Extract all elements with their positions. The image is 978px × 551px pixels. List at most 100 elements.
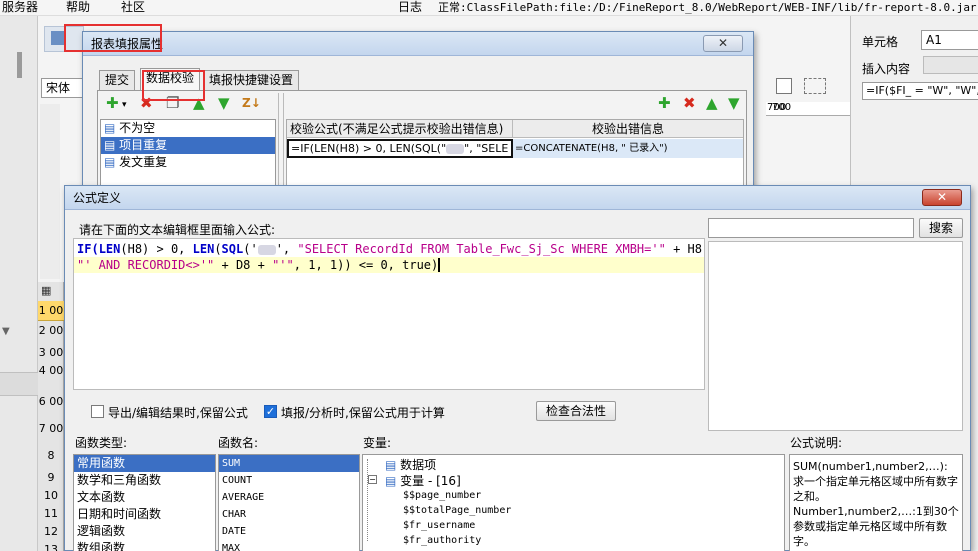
row-8[interactable]: 8 xyxy=(38,446,64,466)
rule-icon: ▤ xyxy=(104,121,120,135)
row-1[interactable]: 1 00 xyxy=(38,301,64,321)
delete-formula-icon[interactable]: ✖ xyxy=(683,95,696,111)
report-dialog-close-button[interactable]: ✕ xyxy=(703,35,743,52)
formula-prompt: 请在下面的文本编辑框里面输入公式: xyxy=(79,223,276,237)
add-rule-icon[interactable]: ✚ xyxy=(106,95,119,111)
func-name-item[interactable]: CHAR xyxy=(219,506,359,523)
insert-label: 插入内容 xyxy=(862,62,911,76)
left-app-strip: ▼ xyxy=(0,16,38,551)
func-type-math[interactable]: 数学和三角函数 xyxy=(74,472,215,489)
report-dialog-title: 报表填报属性 xyxy=(83,32,753,56)
row-12[interactable]: 12 xyxy=(38,522,64,542)
log-link[interactable]: 日志 xyxy=(398,0,422,14)
function-type-label: 函数类型: xyxy=(75,436,128,450)
search-results[interactable] xyxy=(708,241,963,431)
function-name-list: SUM COUNT AVERAGE CHAR DATE MAX xyxy=(218,454,360,551)
export-keep-formula-label: 导出/编辑结果时,保留公式 xyxy=(108,406,248,420)
tab-submit[interactable]: 提交 xyxy=(99,70,136,90)
formula-preview[interactable]: =IF($FI_ = "W", "W", xyxy=(862,82,978,100)
func-type-array[interactable]: 数组函数 xyxy=(74,540,215,551)
rule-item-project-duplicate[interactable]: ▤ 项目重复 xyxy=(101,137,275,154)
check-validity-button[interactable]: 检查合法性 xyxy=(536,401,616,421)
left-strip-section xyxy=(0,372,38,396)
scroll-handle[interactable] xyxy=(17,52,22,78)
menu-bar: 服务器 帮助 社区 日志 正常:ClassFilePath:file:/D:/F… xyxy=(0,0,978,16)
status-text: 正常:ClassFilePath:file:/D:/FineReport_8.0… xyxy=(438,1,978,14)
splitter[interactable] xyxy=(278,93,284,191)
variable-item[interactable]: $fr_authority xyxy=(403,533,511,548)
menu-item-help[interactable]: 帮助 xyxy=(66,0,90,14)
cell-label: 单元格 xyxy=(862,35,899,49)
func-type-date[interactable]: 日期和时间函数 xyxy=(74,506,215,523)
search-input[interactable] xyxy=(708,218,914,238)
tree-line xyxy=(367,459,375,541)
collapse-node-icon[interactable]: − xyxy=(368,475,377,484)
sort-icon[interactable]: Z↓ xyxy=(242,95,261,111)
rule-item-doc-duplicate[interactable]: ▤ 发文重复 xyxy=(101,154,275,171)
tree-node-data-item[interactable]: ▤ 数据项 xyxy=(385,456,436,473)
row-3[interactable]: 3 00 xyxy=(38,343,64,363)
insert-dropdown[interactable] xyxy=(923,56,978,74)
row-6[interactable]: 6 00 xyxy=(38,392,64,412)
annotation-box-tab xyxy=(142,70,205,101)
formula-editor[interactable]: IF(LEN(H8) > 0, LEN(SQL(' ', "SELECT Reco… xyxy=(73,238,716,390)
formula-down-icon[interactable]: ▼ xyxy=(728,95,740,111)
variable-tree: ▤ 数据项 − ▤ 变量 - [16] $$page_number $$tota… xyxy=(362,454,785,551)
tab-shortcut-settings[interactable]: 填报快捷键设置 xyxy=(203,70,300,90)
column-header-formula[interactable]: 校验公式(不满足公式提示校验出错信息) xyxy=(287,120,513,138)
formula-dialog-close-button[interactable]: ✕ xyxy=(922,189,962,206)
fill-keep-formula-checkbox[interactable]: ✓ xyxy=(264,405,277,418)
rule-item-not-empty[interactable]: ▤ 不为空 xyxy=(101,120,275,137)
row-13[interactable]: 13 xyxy=(38,540,64,551)
table-icon: ▤ xyxy=(385,474,401,488)
func-type-text[interactable]: 文本函数 xyxy=(74,489,215,506)
row-10[interactable]: 10 xyxy=(38,486,64,506)
message-cell[interactable]: =CONCATENATE(H8, " 已录入") xyxy=(513,139,743,158)
collapse-arrow-icon[interactable]: ▼ xyxy=(2,326,10,337)
column-header-message[interactable]: 校验出错信息 xyxy=(513,120,743,138)
func-name-item[interactable]: MAX xyxy=(219,540,359,551)
func-name-item[interactable]: SUM xyxy=(219,455,359,472)
row-11[interactable]: 11 xyxy=(38,504,64,524)
validation-panel: ✚ ▾ ✖ ❐ ▲ ▼ Z↓ ▤ 不为空 ▤ 项目重复 ▤ 发文重复 ✚ ✖ ▲… xyxy=(97,90,747,192)
menu-item-community[interactable]: 社区 xyxy=(121,0,145,14)
ruler-mark: 700 xyxy=(767,102,787,113)
func-type-common[interactable]: 常用函数 xyxy=(74,455,215,472)
row-2[interactable]: 2 00 xyxy=(38,321,64,341)
row-4[interactable]: 4 00 xyxy=(38,361,64,381)
formula-up-icon[interactable]: ▲ xyxy=(706,95,718,111)
redacted-mark xyxy=(257,244,276,255)
func-name-item[interactable]: COUNT xyxy=(219,472,359,489)
variable-item[interactable]: $$page_number xyxy=(403,488,511,503)
validation-table: 校验公式(不满足公式提示校验出错信息) 校验出错信息 =IF(LEN(H8) >… xyxy=(286,119,744,191)
cell-field[interactable]: A1 xyxy=(921,30,978,50)
row-7[interactable]: 7 00 xyxy=(38,419,64,439)
text-cursor xyxy=(438,258,441,272)
fill-keep-formula-label: 填报/分析时,保留公式用于计算 xyxy=(281,406,445,420)
func-name-item[interactable]: AVERAGE xyxy=(219,489,359,506)
grid-icon: ▦ xyxy=(41,284,52,297)
table-icon: ▤ xyxy=(385,458,401,472)
search-button[interactable]: 搜索 xyxy=(919,218,963,238)
function-type-list: 常用函数 数学和三角函数 文本函数 日期和时间函数 逻辑函数 数组函数 xyxy=(73,454,216,551)
formula-cell[interactable]: =IF(LEN(H8) > 0, LEN(SQL(" ", "SELE xyxy=(287,139,513,158)
redacted-mark xyxy=(446,144,465,154)
rule-icon: ▤ xyxy=(104,155,120,169)
page-icon[interactable] xyxy=(776,78,792,94)
variable-item[interactable]: $fr_username xyxy=(403,518,511,533)
description-label: 公式说明: xyxy=(790,436,843,450)
move-down-icon[interactable]: ▼ xyxy=(218,95,230,111)
menu-item-server[interactable]: 服务器 xyxy=(2,0,38,14)
add-dropdown-icon[interactable]: ▾ xyxy=(122,97,127,113)
variable-item[interactable]: $$totalPage_number xyxy=(403,503,511,518)
func-name-item[interactable]: DATE xyxy=(219,523,359,540)
func-type-logic[interactable]: 逻辑函数 xyxy=(74,523,215,540)
vertical-ruler xyxy=(40,104,60,279)
tree-node-variables[interactable]: ▤ 变量 - [16] xyxy=(385,472,461,489)
rule-list: ▤ 不为空 ▤ 项目重复 ▤ 发文重复 xyxy=(100,119,276,191)
border-icon[interactable] xyxy=(804,78,826,94)
export-keep-formula-checkbox[interactable] xyxy=(91,405,104,418)
add-formula-icon[interactable]: ✚ xyxy=(658,95,671,111)
row-header: ▦ 1 00 2 00 3 00 4 00 6 00 7 00 8 9 10 1… xyxy=(38,282,64,551)
row-9[interactable]: 9 xyxy=(38,468,64,488)
